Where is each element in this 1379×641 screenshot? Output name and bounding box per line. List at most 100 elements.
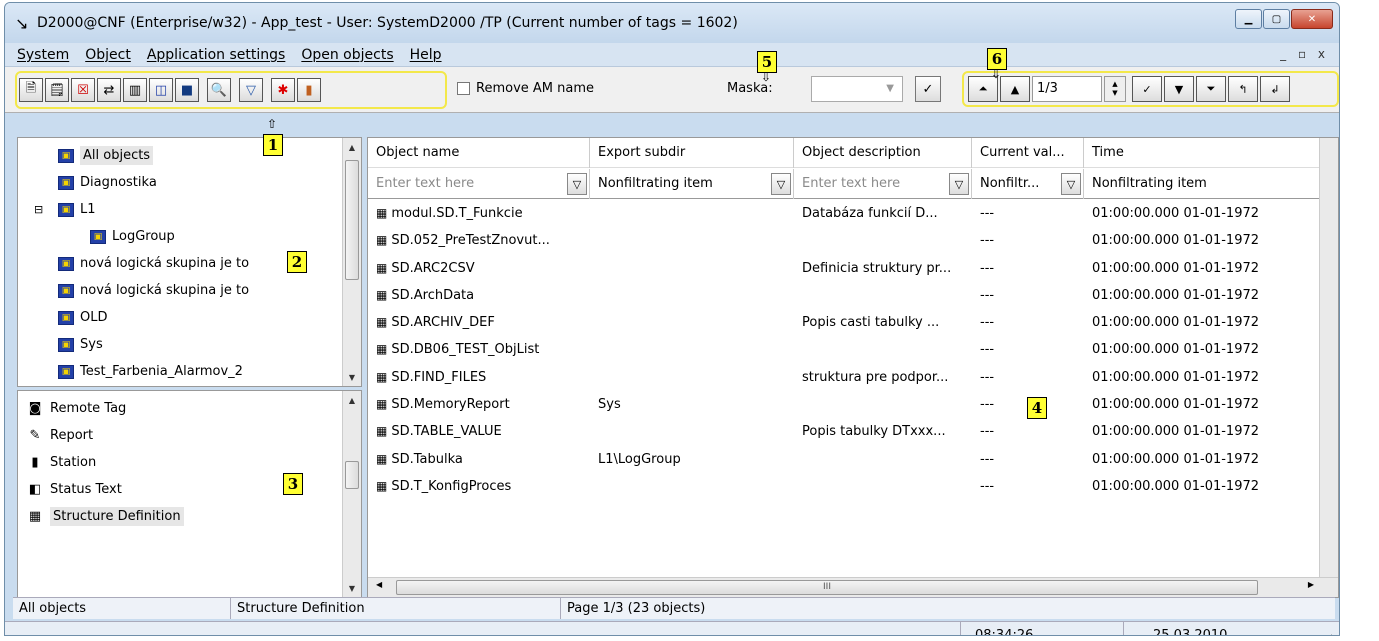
move-object-button[interactable]: ▥ <box>123 78 147 102</box>
go-to-page-button[interactable]: ✓ <box>1132 76 1162 102</box>
resize-grip-icon[interactable]: ⋰ <box>1324 634 1333 635</box>
tree-item[interactable]: ▣ nová logická skupina je to <box>38 277 249 304</box>
properties-button[interactable]: 🗒 <box>45 78 69 102</box>
scroll-down-icon[interactable]: ▼ <box>343 368 361 386</box>
table-row[interactable]: ▦ SD.DB06_TEST_ObjList --- 01:00:00.000 01-… <box>368 336 1320 363</box>
column-header[interactable]: Object description <box>794 138 972 168</box>
type-item[interactable]: ◧ Status Text <box>18 476 184 503</box>
scroll-down-icon[interactable]: ▼ <box>343 579 361 597</box>
filter-icon[interactable]: ▽ <box>567 173 587 195</box>
type-item[interactable]: ▦ Structure Definition <box>18 503 184 530</box>
close-button[interactable]: ✕ <box>1291 9 1333 29</box>
menu-application-settings[interactable]: Application settings <box>147 47 286 63</box>
table-row[interactable]: ▦ SD.TABLE_VALUE Popis tabulky DTxxx... ---… <box>368 418 1320 445</box>
scroll-left-icon[interactable]: ◀ <box>376 580 382 589</box>
filter-text[interactable]: Nonfiltr... <box>980 176 1039 191</box>
grid-hscroll[interactable]: ◀ III ▶ <box>368 577 1338 597</box>
remove-am-name-checkbox[interactable] <box>457 82 470 95</box>
filter-button[interactable]: ▽ <box>239 78 263 102</box>
tree-item[interactable]: ▣ All objects <box>38 142 249 169</box>
menu-object[interactable]: Object <box>85 47 131 63</box>
logical-group-button[interactable]: ◫ <box>149 78 173 102</box>
filter-icon[interactable]: ▽ <box>771 173 791 195</box>
export-button[interactable]: ■ <box>175 78 199 102</box>
asterisk-icon: ✱ <box>277 82 289 98</box>
cell-text: SD.Tabulka <box>391 451 463 467</box>
table-row[interactable]: ▦ SD.T_KonfigProces --- 01:00:00.000 01-01-… <box>368 473 1320 500</box>
copy-object-button[interactable]: ⇄ <box>97 78 121 102</box>
table-row[interactable]: ▦ SD.ARCHIV_DEF Popis casti tabulky ... ---… <box>368 309 1320 336</box>
mdi-controls[interactable]: _ ▫ x <box>1280 47 1329 61</box>
table-cell: L1\LogGroup <box>590 446 794 473</box>
filter-text[interactable]: Enter text here <box>802 176 900 191</box>
filter-text[interactable]: Nonfiltrating item <box>598 176 713 191</box>
column-header[interactable]: Current val... <box>972 138 1084 168</box>
title-bar[interactable]: ↘ D2000@CNF (Enterprise/w32) - App_test … <box>5 3 1339 43</box>
grid-vscroll[interactable] <box>1319 138 1338 577</box>
tree-scroll-thumb[interactable] <box>345 160 359 280</box>
tree-item[interactable]: ▣ OLD <box>38 304 249 331</box>
column-filter[interactable]: Nonfiltr... ▽ <box>972 169 1084 199</box>
table-row[interactable]: ▦ SD.FIND_FILES struktura pre podpor... ---… <box>368 364 1320 391</box>
scroll-up-icon[interactable]: ▲ <box>343 391 361 409</box>
column-filter[interactable]: Nonfiltrating item ▽ <box>590 169 794 199</box>
menu-help[interactable]: Help <box>410 47 442 63</box>
page-spinner[interactable]: ▲ ▼ <box>1104 76 1126 102</box>
asterisk-button[interactable]: ✱ <box>271 78 295 102</box>
column-filter[interactable]: Enter text here ▽ <box>794 169 972 199</box>
types-scrollbar[interactable]: ▲ ▼ <box>342 391 361 597</box>
column-header[interactable]: Object name <box>368 138 590 168</box>
import-button[interactable]: ▮ <box>297 78 321 102</box>
table-row[interactable]: ▦ SD.Tabulka L1\LogGroup --- 01:00:00.000 01… <box>368 446 1320 473</box>
maska-dropdown[interactable]: ▼ <box>811 76 903 102</box>
table-cell <box>794 391 972 418</box>
tree-item[interactable]: ▣ Sys <box>38 331 249 358</box>
table-row[interactable]: ▦ SD.MemoryReport Sys --- 01:00:00.000 01-01… <box>368 391 1320 418</box>
table-row[interactable]: ▦ SD.052_PreTestZnovut... --- 01:00:00.000 … <box>368 227 1320 254</box>
menu-system[interactable]: System <box>17 47 69 63</box>
previous-page-button[interactable]: ▲ <box>1000 76 1030 102</box>
maximize-button[interactable]: ▢ <box>1263 9 1290 29</box>
forward-button[interactable]: ↲ <box>1260 76 1290 102</box>
tree-item[interactable]: ▣ Test_Farbenia_Alarmov_2 <box>38 358 249 385</box>
table-row[interactable]: ▦ SD.ARC2CSV Definicia struktury pr... --- 0… <box>368 255 1320 282</box>
remove-am-name-option[interactable]: Remove AM name <box>457 81 594 96</box>
minimize-button[interactable]: ▁ <box>1235 9 1262 29</box>
cell-text: struktura pre podpor... <box>802 369 949 385</box>
collapse-icon[interactable]: ⊟ <box>34 203 43 216</box>
type-item[interactable]: ✎ Report <box>18 422 184 449</box>
new-object-button[interactable]: 🗎 <box>19 78 43 102</box>
menu-open-objects[interactable]: Open objects <box>301 47 393 63</box>
column-header[interactable]: Export subdir <box>590 138 794 168</box>
tree-item[interactable]: ▣ nová logická skupina je to <box>38 250 249 277</box>
grid-hscroll-thumb[interactable]: III <box>396 580 1258 595</box>
find-button[interactable]: 🔍 <box>207 78 231 102</box>
tree-scrollbar[interactable]: ▲ ▼ <box>342 138 361 386</box>
filter-icon[interactable]: ▽ <box>949 173 969 195</box>
back-button[interactable]: ↰ <box>1228 76 1258 102</box>
next-page-button[interactable]: ▼ <box>1164 76 1194 102</box>
maska-apply-button[interactable]: ✓ <box>915 76 941 102</box>
scroll-up-icon[interactable]: ▲ <box>343 138 361 156</box>
last-page-button[interactable]: ⏷ <box>1196 76 1226 102</box>
cell-text: --- <box>980 342 995 358</box>
scroll-right-icon[interactable]: ▶ <box>1308 580 1314 589</box>
table-row[interactable]: ▦ modul.SD.T_Funkcie Databáza funkcií D...… <box>368 200 1320 227</box>
tree-item[interactable]: ⊟ ▣ L1 <box>34 196 249 223</box>
delete-object-button[interactable]: ☒ <box>71 78 95 102</box>
tree-item[interactable]: ▣ LogGroup <box>38 223 249 250</box>
table-row[interactable]: ▦ SD.ArchData --- 01:00:00.000 01-01-1972 <box>368 282 1320 309</box>
remove-am-name-label: Remove AM name <box>476 81 594 96</box>
filter-text[interactable]: Enter text here <box>376 176 474 191</box>
page-input[interactable]: 1/3 <box>1032 76 1102 102</box>
type-item[interactable]: ▮ Station <box>18 449 184 476</box>
filter-text[interactable]: Nonfiltrating item <box>1092 176 1207 191</box>
type-item[interactable]: ◙ Remote Tag <box>18 395 184 422</box>
column-filter[interactable]: Nonfiltrating item <box>1084 169 1320 199</box>
types-scroll-thumb[interactable] <box>345 461 359 489</box>
tree-item[interactable]: ▣ Diagnostika <box>38 169 249 196</box>
column-header[interactable]: Time <box>1084 138 1320 168</box>
structure-definition-icon: ▦ <box>376 287 388 302</box>
column-filter[interactable]: Enter text here ▽ <box>368 169 590 199</box>
filter-icon[interactable]: ▽ <box>1061 173 1081 195</box>
